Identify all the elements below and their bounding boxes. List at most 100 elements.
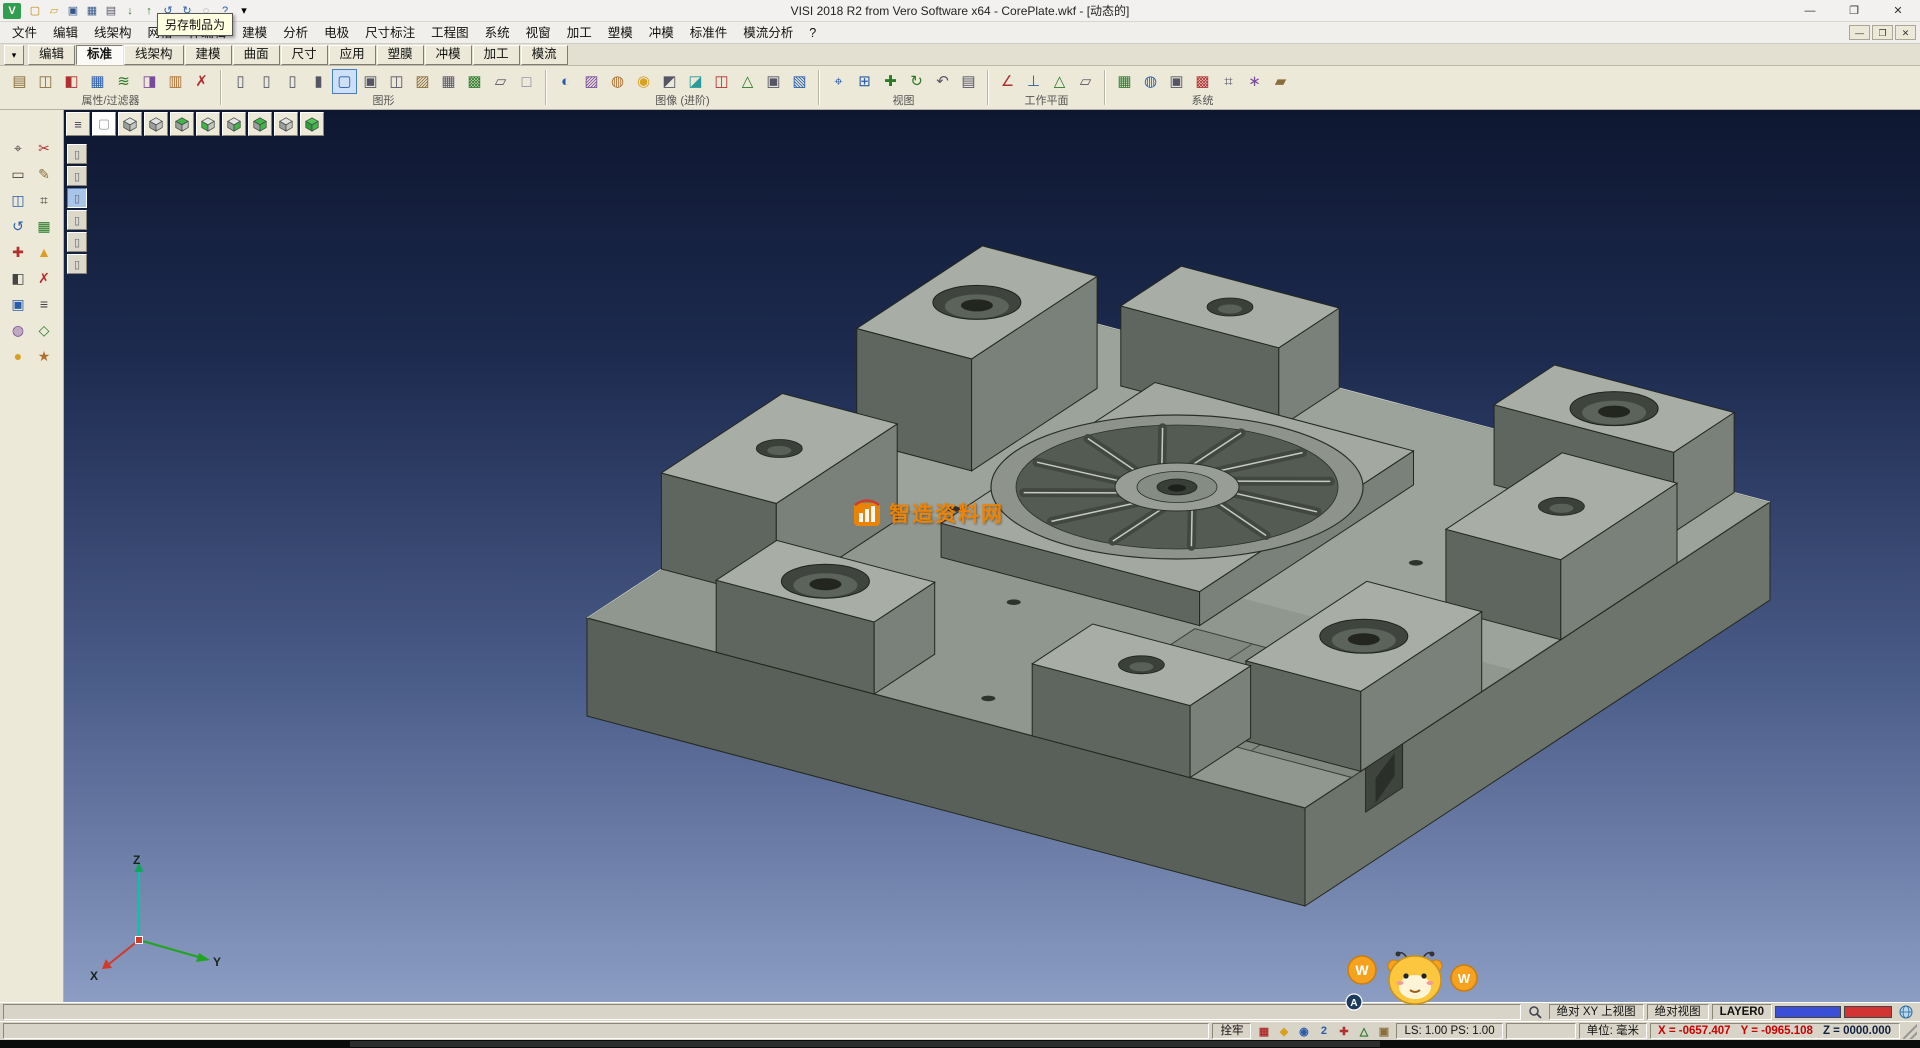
new-file-icon[interactable]: ▢ <box>26 2 44 20</box>
diamond-icon[interactable]: ◇ <box>32 318 56 342</box>
zoom-fit-icon[interactable]: ⌖ <box>826 69 851 94</box>
attribute-edit-icon[interactable]: ▤ <box>7 69 32 94</box>
graphic-hatch-icon[interactable]: ▨ <box>410 69 435 94</box>
qat-overflow-icon[interactable]: ▾ <box>235 2 253 20</box>
workplane-normal-icon[interactable]: ⊥ <box>1021 69 1046 94</box>
mdi-restore-icon[interactable]: ❐ <box>1872 25 1893 40</box>
menu-item[interactable]: 冲模 <box>641 22 682 44</box>
import-icon[interactable]: ↓ <box>121 2 139 20</box>
capture-icon[interactable]: ▣ <box>761 69 786 94</box>
snap-settings-icon[interactable]: ▦ <box>1254 1023 1273 1039</box>
view-list-icon[interactable]: ≡ <box>66 112 90 136</box>
previous-view-icon[interactable]: ↶ <box>930 69 955 94</box>
export-icon[interactable]: ↑ <box>140 2 158 20</box>
snap-tangent-icon[interactable]: △ <box>1354 1023 1373 1039</box>
transparency-icon[interactable]: ◪ <box>683 69 708 94</box>
view-shaded-icon[interactable] <box>300 112 324 136</box>
model-canvas[interactable] <box>64 110 1920 1002</box>
system-globe-icon[interactable]: ◍ <box>1138 69 1163 94</box>
mirror-icon[interactable]: ◫ <box>6 188 30 212</box>
shadow-icon[interactable]: ◩ <box>657 69 682 94</box>
save-as-icon[interactable]: ▦ <box>83 2 101 20</box>
scale-field[interactable]: LS: 1.00 PS: 1.00 <box>1396 1023 1502 1039</box>
tab[interactable]: 模流 <box>521 45 568 65</box>
panel-tab-3-icon[interactable]: ▯ <box>67 188 87 208</box>
view-top-icon[interactable] <box>144 112 168 136</box>
material-icon[interactable]: ◍ <box>605 69 630 94</box>
graphic-ghost-icon[interactable]: ◻ <box>514 69 539 94</box>
workplane-3pt-icon[interactable]: △ <box>1047 69 1072 94</box>
render-mode-icon[interactable]: ◐ <box>553 69 578 94</box>
menu-item[interactable]: 尺寸标注 <box>357 22 423 44</box>
graphic-grid-icon[interactable]: ▦ <box>436 69 461 94</box>
open-file-icon[interactable]: ▱ <box>45 2 63 20</box>
view-front-icon[interactable] <box>170 112 194 136</box>
close-button[interactable]: ✕ <box>1876 0 1920 21</box>
panel-tab-5-icon[interactable]: ▯ <box>67 232 87 252</box>
menu-item[interactable]: 标准件 <box>682 22 736 44</box>
menu-item[interactable]: 文件 <box>4 22 45 44</box>
rectangle-icon[interactable]: ▭ <box>6 162 30 186</box>
line-filter-icon[interactable]: ≋ <box>111 69 136 94</box>
resize-grip[interactable] <box>1903 1023 1917 1039</box>
snap-intersect-icon[interactable]: ✚ <box>1334 1023 1353 1039</box>
tab[interactable]: 线架构 <box>124 45 184 65</box>
absolute-view-field[interactable]: 绝对视图 <box>1647 1004 1709 1020</box>
system-snap-icon[interactable]: ⌗ <box>1216 69 1241 94</box>
color-filter-icon[interactable]: ◧ <box>59 69 84 94</box>
menu-item[interactable]: 建模 <box>234 22 275 44</box>
pan-icon[interactable]: ✚ <box>878 69 903 94</box>
snap-quad-icon[interactable]: ▣ <box>1374 1023 1393 1039</box>
menu-item[interactable]: 模流分析 <box>735 22 801 44</box>
zoom-status-icon[interactable] <box>1524 1004 1546 1020</box>
clear-filter-icon[interactable]: ✗ <box>189 69 214 94</box>
line-color-swatch[interactable] <box>1775 1006 1841 1018</box>
view-bottom-icon[interactable] <box>274 112 298 136</box>
quick-filter-icon[interactable]: ▥ <box>163 69 188 94</box>
menu-item[interactable]: 加工 <box>559 22 600 44</box>
attribute-copy-icon[interactable]: ◫ <box>33 69 58 94</box>
light-icon[interactable]: ◉ <box>631 69 656 94</box>
print-icon[interactable]: ▤ <box>102 2 120 20</box>
star-icon[interactable]: ★ <box>32 344 56 368</box>
graphic-split-icon[interactable]: ◫ <box>384 69 409 94</box>
system-options-icon[interactable]: ∗ <box>1242 69 1267 94</box>
mdi-minimize-icon[interactable]: — <box>1849 25 1870 40</box>
menu-item[interactable]: 工程图 <box>423 22 477 44</box>
view-back-icon[interactable] <box>248 112 272 136</box>
delete-icon[interactable]: ✗ <box>32 266 56 290</box>
circle-icon[interactable]: ◍ <box>6 318 30 342</box>
menu-item[interactable]: 塑模 <box>600 22 641 44</box>
trim-icon[interactable]: ✂ <box>32 136 56 160</box>
graphic-bar-icon[interactable]: ▮ <box>306 69 331 94</box>
taskbar[interactable] <box>0 1040 1920 1048</box>
view-plane-icon[interactable]: ▢ <box>92 112 116 136</box>
mdi-close-icon[interactable]: ✕ <box>1895 25 1916 40</box>
triangle-icon[interactable]: ▲ <box>32 240 56 264</box>
graphic-shade-icon[interactable]: ▩ <box>462 69 487 94</box>
tab[interactable]: 加工 <box>473 45 520 65</box>
half-shade-icon[interactable]: ◧ <box>6 266 30 290</box>
plus-icon[interactable]: ✚ <box>6 240 30 264</box>
menu-item[interactable]: 分析 <box>275 22 316 44</box>
element-filter-icon[interactable]: ◨ <box>137 69 162 94</box>
zoom-image-icon[interactable]: △ <box>735 69 760 94</box>
menu-item[interactable]: 线架构 <box>86 22 140 44</box>
pencil-icon[interactable]: ✎ <box>32 162 56 186</box>
system-display-icon[interactable]: ▣ <box>1164 69 1189 94</box>
tab-dropdown-icon[interactable]: ▾ <box>4 45 24 65</box>
layers-icon[interactable]: ▦ <box>32 214 56 238</box>
snap-point-icon[interactable]: ◆ <box>1274 1023 1293 1039</box>
graphic-capsule-icon[interactable]: ▯ <box>280 69 305 94</box>
undo-arrow-icon[interactable]: ↺ <box>6 214 30 238</box>
system-grid-icon[interactable]: ▦ <box>1112 69 1137 94</box>
menu-item[interactable]: ? <box>801 22 824 44</box>
fill-color-swatch[interactable] <box>1844 1006 1892 1018</box>
dot-icon[interactable]: ● <box>6 344 30 368</box>
menu-item[interactable]: 视窗 <box>518 22 559 44</box>
panel-tab-4-icon[interactable]: ▯ <box>67 210 87 230</box>
units-field[interactable]: 单位: 毫米 <box>1579 1023 1647 1039</box>
graphic-list-icon[interactable]: ▯ <box>228 69 253 94</box>
view-right-icon[interactable] <box>222 112 246 136</box>
panel-tab-1-icon[interactable]: ▯ <box>67 144 87 164</box>
